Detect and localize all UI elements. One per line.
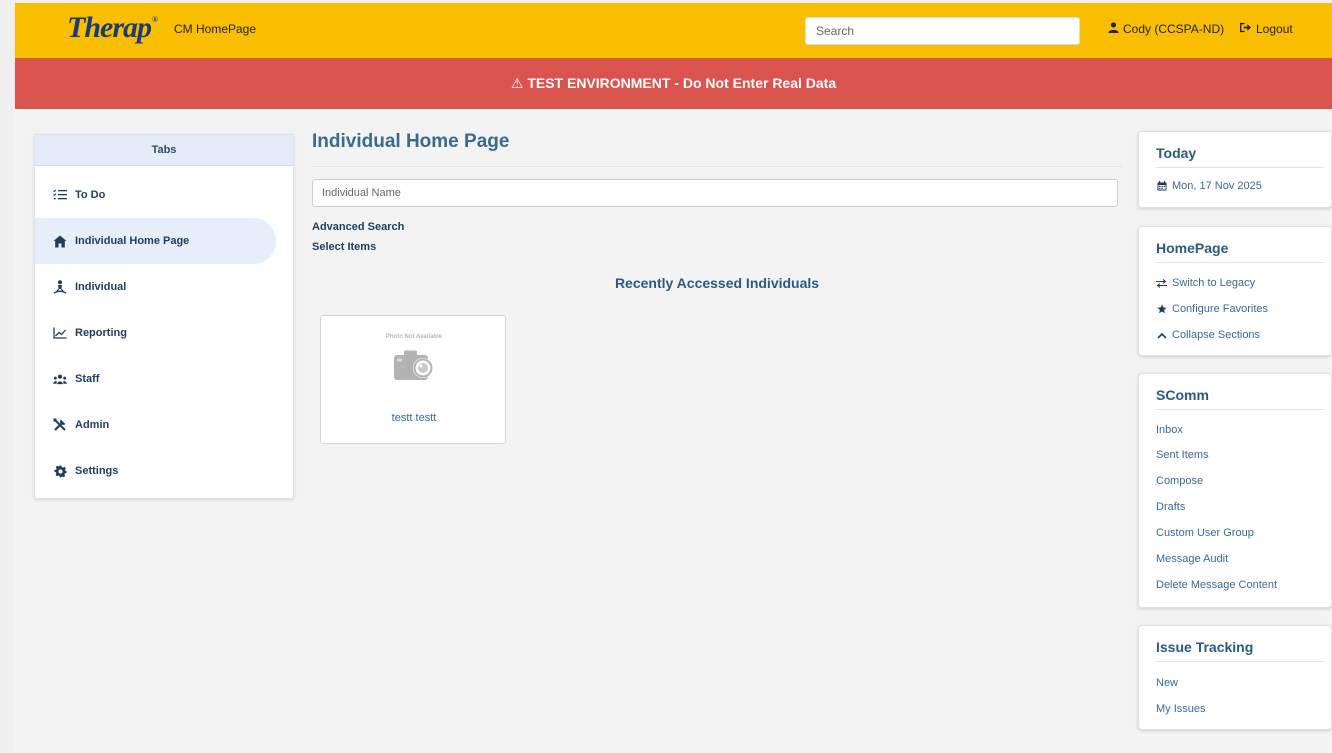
app-name[interactable]: CM HomePage bbox=[174, 22, 256, 36]
tab-to-do[interactable]: To Do bbox=[35, 172, 276, 218]
scomm-compose-link[interactable]: Compose bbox=[1156, 475, 1203, 487]
issue-tracking-widget: Issue Tracking New My Issues bbox=[1138, 625, 1332, 730]
logout-label: Logout bbox=[1256, 22, 1293, 36]
tab-staff[interactable]: Staff bbox=[35, 356, 276, 402]
tools-icon bbox=[53, 418, 67, 432]
issue-my-issues-link[interactable]: My Issues bbox=[1156, 703, 1206, 715]
camera-icon bbox=[394, 350, 433, 380]
advanced-search-link[interactable]: Advanced Search bbox=[312, 221, 404, 233]
chart-line-icon bbox=[53, 326, 67, 340]
today-date: Mon, 17 Nov 2025 bbox=[1156, 180, 1262, 192]
widget-divider bbox=[1156, 262, 1324, 263]
scomm-drafts-link[interactable]: Drafts bbox=[1156, 501, 1185, 513]
tabs-header: Tabs bbox=[35, 135, 293, 166]
test-environment-banner: ⚠ TEST ENVIRONMENT - Do Not Enter Real D… bbox=[15, 58, 1332, 109]
widget-title: Issue Tracking bbox=[1156, 639, 1254, 655]
photo-not-available-text: Photo Not Available bbox=[385, 334, 443, 340]
tab-settings[interactable]: Settings bbox=[35, 448, 276, 494]
logout-button[interactable]: Logout bbox=[1239, 22, 1293, 36]
home-icon bbox=[53, 234, 67, 248]
widget-divider bbox=[1156, 409, 1324, 410]
scomm-delete-message-content-link[interactable]: Delete Message Content bbox=[1156, 579, 1277, 591]
date-text: Mon, 17 Nov 2025 bbox=[1172, 180, 1262, 192]
user-menu[interactable]: Cody (CCSPA-ND) bbox=[1108, 22, 1224, 36]
scomm-inbox-link[interactable]: Inbox bbox=[1156, 424, 1183, 436]
recent-individuals-heading: Recently Accessed Individuals bbox=[614, 275, 820, 291]
tab-label: To Do bbox=[75, 189, 106, 201]
individual-name-input[interactable] bbox=[312, 179, 1118, 207]
tab-label: Admin bbox=[75, 419, 110, 431]
calendar-icon bbox=[1156, 181, 1167, 191]
tab-reporting[interactable]: Reporting bbox=[35, 310, 276, 356]
person-icon bbox=[53, 280, 67, 294]
tab-label: Reporting bbox=[75, 327, 127, 339]
collapse-sections-link[interactable]: Collapse Sections bbox=[1156, 329, 1260, 341]
link-label: Configure Favorites bbox=[1172, 303, 1268, 315]
global-search-input[interactable] bbox=[805, 17, 1080, 45]
star-icon bbox=[1156, 304, 1167, 314]
widget-title: Today bbox=[1156, 145, 1197, 161]
scomm-message-audit-link[interactable]: Message Audit bbox=[1156, 553, 1228, 565]
tab-label: Staff bbox=[75, 373, 100, 385]
widget-divider bbox=[1156, 167, 1324, 168]
top-bar: Therap® CM HomePage Cody (CCSPA-ND) Logo… bbox=[15, 3, 1332, 58]
link-label: Collapse Sections bbox=[1172, 329, 1261, 341]
switch-to-legacy-link[interactable]: Switch to Legacy bbox=[1156, 277, 1255, 289]
banner-text: ⚠ TEST ENVIRONMENT - Do Not Enter Real D… bbox=[510, 75, 837, 91]
switch-arrows-icon bbox=[1156, 278, 1167, 288]
checklist-icon bbox=[53, 188, 67, 202]
scomm-custom-user-group-link[interactable]: Custom User Group bbox=[1156, 527, 1254, 539]
tab-label: Individual Home Page bbox=[75, 235, 190, 247]
configure-favorites-link[interactable]: Configure Favorites bbox=[1156, 303, 1268, 315]
scomm-sent-items-link[interactable]: Sent Items bbox=[1156, 449, 1209, 461]
widget-title: SComm bbox=[1156, 387, 1209, 403]
users-icon bbox=[53, 372, 67, 386]
scomm-widget: SComm Inbox Sent Items Compose Drafts Cu… bbox=[1138, 373, 1332, 608]
widget-divider bbox=[1156, 661, 1324, 662]
title-divider bbox=[312, 166, 1122, 167]
today-widget: Today Mon, 17 Nov 2025 bbox=[1138, 131, 1332, 208]
tab-admin[interactable]: Admin bbox=[35, 402, 276, 448]
user-name: Cody (CCSPA-ND) bbox=[1123, 22, 1225, 36]
chevron-up-icon bbox=[1156, 332, 1167, 339]
individual-name: testt testt bbox=[391, 412, 437, 424]
tab-label: Settings bbox=[75, 465, 119, 477]
user-icon bbox=[1108, 22, 1119, 36]
tab-individual-home-page[interactable]: Individual Home Page bbox=[35, 218, 276, 264]
individual-card[interactable]: Photo Not Available testt testt bbox=[320, 315, 506, 444]
registered-mark: ® bbox=[152, 15, 158, 24]
widget-title: HomePage bbox=[1156, 240, 1229, 256]
select-items-link[interactable]: Select Items bbox=[312, 241, 376, 253]
tab-individual[interactable]: Individual bbox=[35, 264, 276, 310]
tabs-panel: Tabs To Do Individual Home Page Individu… bbox=[34, 134, 294, 499]
issue-new-link[interactable]: New bbox=[1156, 677, 1178, 689]
page-title: Individual Home Page bbox=[312, 131, 510, 152]
homepage-widget: HomePage Switch to Legacy Configure Favo… bbox=[1138, 226, 1332, 356]
tab-label: Individual bbox=[75, 281, 127, 293]
link-label: Switch to Legacy bbox=[1172, 277, 1256, 289]
logout-icon bbox=[1239, 22, 1252, 36]
gear-icon bbox=[53, 464, 67, 478]
page: Therap® CM HomePage Cody (CCSPA-ND) Logo… bbox=[15, 3, 1332, 753]
therap-logo[interactable]: Therap® bbox=[67, 11, 158, 47]
